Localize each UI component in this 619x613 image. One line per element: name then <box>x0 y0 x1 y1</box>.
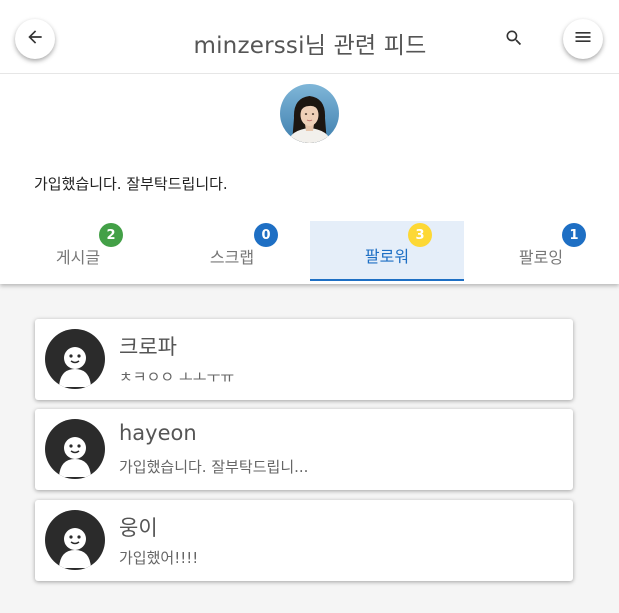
tab-followers[interactable]: 팔로워 3 <box>310 221 464 281</box>
tab-label: 팔로워 <box>364 247 410 266</box>
hamburger-menu-icon <box>573 27 593 51</box>
tab-label: 스크랩 <box>209 248 255 267</box>
follower-message: 가입했습니다. 잘부탁드립니... <box>119 458 309 476</box>
default-avatar-icon <box>45 329 105 389</box>
posts-count-badge: 2 <box>99 223 123 247</box>
profile-bio: 가입했습니다. 잘부탁드립니다. <box>34 175 228 193</box>
tab-posts[interactable]: 게시글 2 <box>1 221 155 281</box>
top-app-bar: minzerssi님 관련 피드 <box>0 0 619 74</box>
menu-button[interactable] <box>563 19 603 59</box>
follower-name: 크로파 <box>119 335 177 359</box>
tab-following[interactable]: 팔로잉 1 <box>464 221 618 281</box>
tab-label: 팔로잉 <box>518 248 564 267</box>
scrap-count-badge: 0 <box>254 223 278 247</box>
default-avatar-icon <box>45 510 105 570</box>
follower-message: 가입했어!!!! <box>119 549 199 567</box>
follower-name: 웅이 <box>119 516 158 540</box>
profile-avatar <box>280 84 339 143</box>
follower-card[interactable]: hayeon 가입했습니다. 잘부탁드립니... <box>35 409 573 490</box>
back-button[interactable] <box>15 19 55 59</box>
follower-card[interactable]: 웅이 가입했어!!!! <box>35 500 573 581</box>
search-button[interactable] <box>501 27 527 53</box>
followers-count-badge: 3 <box>408 223 432 247</box>
default-avatar-icon <box>45 419 105 479</box>
profile-header: minzerssi님 관련 피드 가입했습니다. 잘부탁드립니다. 게시글 2 … <box>0 0 619 284</box>
tab-scrap[interactable]: 스크랩 0 <box>155 221 309 281</box>
follower-message: ㅊㅋㅇㅇ ㅗㅗㅜㅠ <box>119 368 235 386</box>
tab-label: 게시글 <box>55 248 101 267</box>
arrow-left-icon <box>25 27 45 51</box>
follower-name: hayeon <box>119 421 197 445</box>
search-icon <box>504 28 524 52</box>
profile-tabs: 게시글 2 스크랩 0 팔로워 3 팔로잉 1 <box>0 221 619 281</box>
page-title: minzerssi님 관련 피드 <box>193 33 427 59</box>
following-count-badge: 1 <box>562 223 586 247</box>
follower-card[interactable]: 크로파 ㅊㅋㅇㅇ ㅗㅗㅜㅠ <box>35 319 573 400</box>
